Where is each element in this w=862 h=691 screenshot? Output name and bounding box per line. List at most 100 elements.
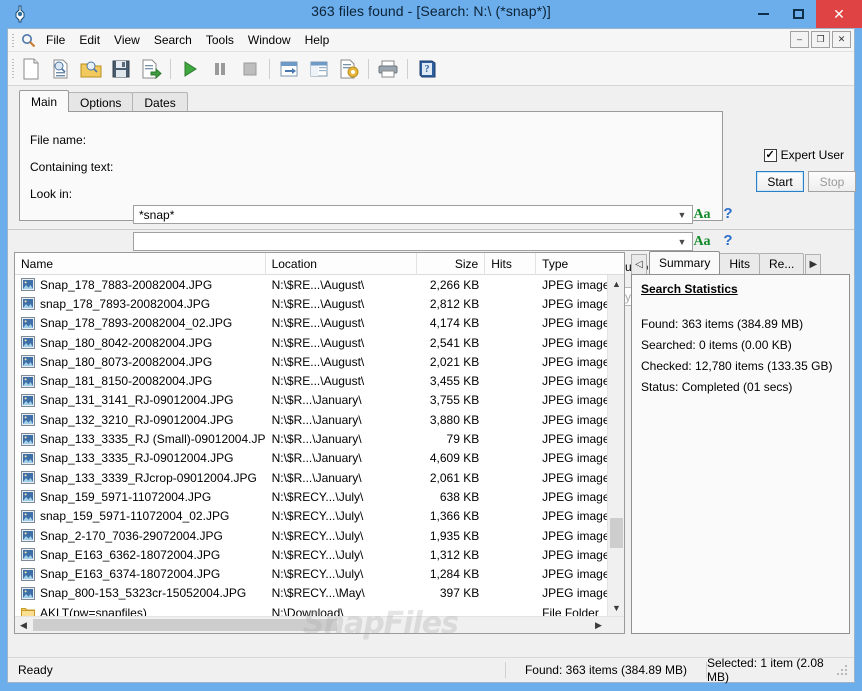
column-header-hits[interactable]: Hits	[485, 253, 537, 274]
start-icon[interactable]	[175, 55, 205, 83]
tab-summary[interactable]: Summary	[649, 251, 721, 274]
file-name-text: Snap_132_3210_RJ-09012004.JPG	[40, 412, 234, 427]
help-book-icon[interactable]: ?	[412, 55, 442, 83]
table-row[interactable]: Snap_133_3339_RJcrop-09012004.JPG N:\$R..…	[15, 468, 624, 487]
results-horizontal-scrollbar[interactable]: ◀ ▶	[15, 616, 624, 633]
file-name-text: AKLT(pw=snapfiles)	[40, 605, 147, 616]
mdi-close-button[interactable]: ✕	[832, 31, 851, 48]
column-header-type[interactable]: Type	[536, 253, 624, 274]
table-row[interactable]: Snap_159_5971-11072004.JPG N:\$RECY...\Ju…	[15, 487, 624, 506]
image-file-icon	[21, 529, 35, 542]
table-row[interactable]: Snap_E163_6374-18072004.JPG N:\$RECY...\J…	[15, 564, 624, 583]
vertical-scroll-thumb[interactable]	[610, 518, 623, 548]
table-row[interactable]: Snap_181_8150-20082004.JPG N:\$RE...\Augu…	[15, 371, 624, 390]
file-name-text: Snap_181_8150-20082004.JPG	[40, 374, 213, 389]
menu-help[interactable]: Help	[298, 31, 337, 49]
column-header-size[interactable]: Size	[417, 253, 486, 274]
expert-user-checkbox[interactable]: ✓ Expert User	[763, 148, 844, 162]
title-bar: 363 files found - [Search: N:\ (*snap*)]…	[0, 0, 862, 28]
cell-size: 1,284 KB	[429, 567, 480, 582]
minimize-button[interactable]	[746, 0, 781, 28]
results-vertical-scrollbar[interactable]: ▲ ▼	[607, 275, 624, 616]
scroll-left-icon[interactable]: ◀	[15, 617, 32, 633]
mdi-minimize-button[interactable]: –	[790, 31, 809, 48]
tab-main[interactable]: Main	[19, 90, 70, 112]
results-listview[interactable]: Name Location Size Hits Type Snap_178_78…	[14, 252, 625, 634]
cell-location: N:\$RECY...\May\	[271, 586, 365, 601]
tab-report[interactable]: Re...	[759, 253, 805, 274]
panel-split-icon[interactable]	[304, 55, 334, 83]
tab-options[interactable]: Options	[68, 92, 134, 112]
stat-found: Found: 363 items (384.89 MB)	[641, 317, 804, 331]
table-row[interactable]: snap_178_7893-20082004.JPG N:\$RE...\Augu…	[15, 294, 624, 313]
filename-label: File name:	[30, 133, 87, 147]
image-file-icon	[21, 451, 35, 465]
table-row[interactable]: Snap_178_7893-20082004_02.JPG N:\$RE...\A…	[15, 314, 624, 333]
menu-edit[interactable]: Edit	[72, 31, 107, 49]
table-row[interactable]: Snap_E163_6362-18072004.JPG N:\$RECY...\J…	[15, 545, 624, 564]
tab-hits[interactable]: Hits	[719, 253, 761, 274]
column-header-location[interactable]: Location	[266, 253, 418, 274]
chevron-down-icon[interactable]: ▼	[674, 206, 690, 223]
start-button[interactable]: Start	[756, 171, 804, 192]
open-folder-icon[interactable]	[76, 55, 106, 83]
image-file-icon	[21, 393, 35, 407]
table-row[interactable]: Snap_132_3210_RJ-09012004.JPG N:\$R...\Ja…	[15, 410, 624, 429]
table-row[interactable]: Snap_131_3141_RJ-09012004.JPG N:\$R...\Ja…	[15, 391, 624, 410]
cell-location: N:\$RE...\August\	[271, 374, 365, 389]
expert-user-checkbox-box[interactable]: ✓	[763, 148, 777, 162]
stop-icon[interactable]	[235, 55, 265, 83]
mdi-restore-button[interactable]: ❐	[811, 31, 830, 48]
file-name-text: Snap_180_8073-20082004.JPG	[40, 354, 213, 369]
open-search-icon[interactable]	[46, 55, 76, 83]
tab-scroll-left-icon[interactable]: ◁	[631, 254, 647, 274]
tab-dates[interactable]: Dates	[132, 92, 188, 112]
table-row[interactable]: Snap_800-153_5323cr-15052004.JPG N:\$RECY…	[15, 584, 624, 603]
table-row[interactable]: Snap_178_7883-20082004.JPG N:\$RE...\Augu…	[15, 275, 624, 294]
save-icon[interactable]	[106, 55, 136, 83]
scroll-right-icon[interactable]: ▶	[590, 617, 607, 633]
cell-name: Snap_180_8042-20082004.JPG	[15, 336, 266, 350]
image-file-icon	[21, 548, 35, 562]
tab-scroll-right-icon[interactable]: ▶	[805, 254, 822, 274]
menu-view[interactable]: View	[107, 31, 147, 49]
image-file-icon	[21, 374, 35, 388]
status-ready: Ready	[18, 663, 53, 677]
filename-help-icon[interactable]: ?	[720, 204, 736, 223]
cell-location: N:\$RE...\August\	[271, 335, 365, 350]
table-row[interactable]: Snap_180_8042-20082004.JPG N:\$RE...\Augu…	[15, 333, 624, 352]
table-row[interactable]: Snap_133_3335_RJ (Small)-09012004.JPG N:\…	[15, 429, 624, 448]
results-header-row: Name Location Size Hits Type	[15, 253, 624, 275]
menu-file[interactable]: File	[39, 31, 72, 49]
scroll-up-icon[interactable]: ▲	[608, 275, 624, 292]
menu-tools[interactable]: Tools	[199, 31, 241, 49]
pause-icon[interactable]	[205, 55, 235, 83]
menu-window[interactable]: Window	[241, 31, 298, 49]
containing-text-label: Containing text:	[30, 160, 114, 174]
stop-button[interactable]: Stop	[808, 171, 856, 192]
export-icon[interactable]	[136, 55, 166, 83]
panel-left-icon[interactable]	[274, 55, 304, 83]
file-name-text: Snap_178_7883-20082004.JPG	[40, 277, 213, 292]
table-row[interactable]: Snap_133_3335_RJ-09012004.JPG N:\$R...\Ja…	[15, 449, 624, 468]
scroll-down-icon[interactable]: ▼	[608, 599, 624, 616]
horizontal-scroll-thumb[interactable]	[33, 619, 337, 631]
cell-name: Snap_178_7893-20082004_02.JPG	[15, 316, 266, 330]
options-icon[interactable]	[334, 55, 364, 83]
table-row[interactable]: Snap_180_8073-20082004.JPG N:\$RE...\Augu…	[15, 352, 624, 371]
table-row[interactable]: snap_159_5971-11072004_02.JPG N:\$RECY...…	[15, 507, 624, 526]
cell-location: N:\$RECY...\July\	[271, 528, 364, 543]
new-search-icon[interactable]	[16, 55, 46, 83]
filename-case-icon[interactable]: Aa	[690, 205, 714, 224]
table-row[interactable]: Snap_2-170_7036-29072004.JPG N:\$RECY...\…	[15, 526, 624, 545]
filename-input[interactable]: *snap* ▼	[133, 205, 693, 224]
resize-grip-icon[interactable]	[837, 663, 851, 677]
column-header-name[interactable]: Name	[15, 253, 266, 274]
close-button[interactable]: ✕	[816, 0, 862, 28]
print-icon[interactable]	[373, 55, 403, 83]
maximize-button[interactable]	[781, 0, 816, 28]
cell-size: 4,609 KB	[429, 451, 480, 466]
menu-search[interactable]: Search	[147, 31, 199, 49]
table-row[interactable]: AKLT(pw=snapfiles) N:\Download\ File Folde…	[15, 603, 624, 616]
file-name-text: snap_159_5971-11072004_02.JPG	[40, 509, 230, 524]
